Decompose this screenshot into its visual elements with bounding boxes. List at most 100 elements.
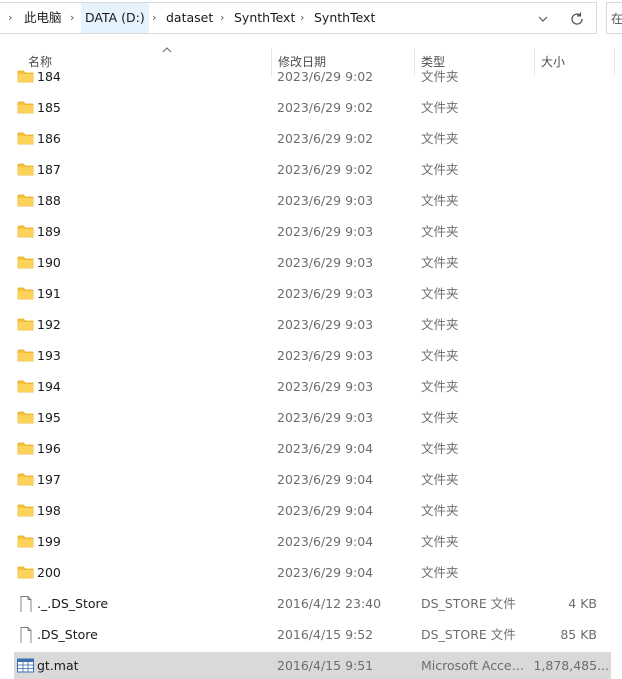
search-placeholder: 在 <box>611 12 622 26</box>
chevron-right-icon[interactable]: › <box>70 3 74 33</box>
file-date: 2023/6/29 9:03 <box>277 348 374 363</box>
folder-icon <box>17 287 34 300</box>
sort-up-icon <box>162 47 172 53</box>
folder-icon <box>17 442 34 455</box>
file-date: 2023/6/29 9:03 <box>277 410 374 425</box>
file-icon <box>20 596 32 612</box>
chevron-right-icon[interactable]: › <box>152 3 156 33</box>
file-date: 2023/6/29 9:03 <box>277 379 374 394</box>
file-date: 2023/6/29 9:04 <box>277 441 374 456</box>
breadcrumb-drive[interactable]: DATA (D:) <box>81 3 149 33</box>
file-type: 文件夹 <box>421 162 459 177</box>
folder-icon <box>17 535 34 548</box>
folder-row[interactable]: 190 2023/6/29 9:03 文件夹 <box>0 249 612 277</box>
file-row[interactable]: ._.DS_Store 2016/4/12 23:40 DS_STORE 文件 4 K… <box>0 590 612 618</box>
file-type: 文件夹 <box>421 565 459 580</box>
file-name: 188 <box>37 193 61 208</box>
file-date: 2016/4/12 23:40 <box>277 596 382 611</box>
folder-row[interactable]: 196 2023/6/29 9:04 文件夹 <box>0 435 612 463</box>
chevron-right-icon[interactable]: › <box>8 3 12 33</box>
file-name: 184 <box>37 70 61 84</box>
breadcrumb-dataset[interactable]: dataset <box>166 3 213 33</box>
file-type: 文件夹 <box>421 379 459 394</box>
refresh-icon[interactable] <box>569 11 585 27</box>
folder-row[interactable]: 198 2023/6/29 9:04 文件夹 <box>0 497 612 525</box>
breadcrumb-synthtext-1[interactable]: SynthText <box>234 3 295 33</box>
chevron-down-icon[interactable] <box>536 12 550 26</box>
file-row[interactable]: gt.mat 2016/4/15 9:51 Microsoft Access Tab… <box>14 652 611 679</box>
folder-row[interactable]: 187 2023/6/29 9:02 文件夹 <box>0 156 612 184</box>
column-name-label: 名称 <box>28 55 53 69</box>
folder-row[interactable]: 200 2023/6/29 9:04 文件夹 <box>0 559 612 587</box>
file-name: 194 <box>37 379 61 394</box>
chevron-right-icon[interactable]: › <box>220 3 224 33</box>
folder-icon <box>17 380 34 393</box>
file-date: 2023/6/29 9:03 <box>277 193 374 208</box>
folder-row[interactable]: 193 2023/6/29 9:03 文件夹 <box>0 342 612 370</box>
file-name: 196 <box>37 441 61 456</box>
folder-row[interactable]: 191 2023/6/29 9:03 文件夹 <box>0 280 612 308</box>
column-date-label: 修改日期 <box>278 55 327 69</box>
folder-icon <box>17 566 34 579</box>
file-date: 2023/6/29 9:04 <box>277 534 374 549</box>
file-size: 85 KB <box>560 627 597 642</box>
file-name: 195 <box>37 410 61 425</box>
file-icon <box>20 627 32 643</box>
file-date: 2023/6/29 9:04 <box>277 503 374 518</box>
file-name: ._.DS_Store <box>37 596 109 611</box>
folder-row[interactable]: 188 2023/6/29 9:03 文件夹 <box>0 187 612 215</box>
breadcrumb-this-pc[interactable]: 此电脑 <box>24 3 62 33</box>
file-name: 197 <box>37 472 61 487</box>
folder-row[interactable]: 195 2023/6/29 9:03 文件夹 <box>0 404 612 432</box>
file-row[interactable]: .DS_Store 2016/4/15 9:52 DS_STORE 文件 85 KB <box>0 621 612 649</box>
file-type: 文件夹 <box>421 100 459 115</box>
file-date: 2023/6/29 9:03 <box>277 286 374 301</box>
file-name: .DS_Store <box>37 627 98 642</box>
file-type: 文件夹 <box>421 348 459 363</box>
folder-row[interactable]: 199 2023/6/29 9:04 文件夹 <box>0 528 612 556</box>
file-name: 192 <box>37 317 61 332</box>
folder-icon <box>17 504 34 517</box>
file-size: 4 KB <box>568 596 597 611</box>
file-name: 198 <box>37 503 61 518</box>
breadcrumb-synthtext-2[interactable]: SynthText <box>314 3 375 33</box>
folder-icon <box>17 318 34 331</box>
file-type: 文件夹 <box>421 131 459 146</box>
file-list[interactable]: 184 2023/6/29 9:02 文件夹 185 2023/6/29 9:02 文件夹… <box>0 70 622 679</box>
file-date: 2023/6/29 9:03 <box>277 317 374 332</box>
file-name: gt.mat <box>37 658 79 673</box>
chevron-right-icon[interactable]: › <box>300 3 304 33</box>
breadcrumb[interactable]: › 此电脑 › DATA (D:) › dataset › SynthText … <box>0 2 597 34</box>
file-type: Microsoft Access Table Shortcut <box>421 658 529 673</box>
file-date: 2023/6/29 9:04 <box>277 565 374 580</box>
folder-row[interactable]: 186 2023/6/29 9:02 文件夹 <box>0 125 612 153</box>
search-box[interactable]: 在 <box>606 2 622 34</box>
file-date: 2016/4/15 9:51 <box>277 658 374 673</box>
file-type: 文件夹 <box>421 193 459 208</box>
file-date: 2023/6/29 9:02 <box>277 131 374 146</box>
file-name: 193 <box>37 348 61 363</box>
file-date: 2023/6/29 9:02 <box>277 70 374 84</box>
folder-icon <box>17 101 34 114</box>
folder-row[interactable]: 184 2023/6/29 9:02 文件夹 <box>0 70 612 91</box>
folder-icon <box>17 132 34 145</box>
table-icon <box>17 658 34 673</box>
folder-icon <box>17 349 34 362</box>
folder-icon <box>17 163 34 176</box>
file-name: 190 <box>37 255 61 270</box>
file-type: 文件夹 <box>421 534 459 549</box>
file-name: 200 <box>37 565 61 580</box>
file-date: 2023/6/29 9:02 <box>277 100 374 115</box>
file-type: 文件夹 <box>421 410 459 425</box>
folder-row[interactable]: 185 2023/6/29 9:02 文件夹 <box>0 94 612 122</box>
file-type: 文件夹 <box>421 472 459 487</box>
folder-row[interactable]: 197 2023/6/29 9:04 文件夹 <box>0 466 612 494</box>
file-name: 189 <box>37 224 61 239</box>
folder-row[interactable]: 192 2023/6/29 9:03 文件夹 <box>0 311 612 339</box>
file-type: 文件夹 <box>421 255 459 270</box>
file-type: 文件夹 <box>421 224 459 239</box>
file-name: 191 <box>37 286 61 301</box>
file-type: 文件夹 <box>421 441 459 456</box>
folder-row[interactable]: 189 2023/6/29 9:03 文件夹 <box>0 218 612 246</box>
folder-row[interactable]: 194 2023/6/29 9:03 文件夹 <box>0 373 612 401</box>
